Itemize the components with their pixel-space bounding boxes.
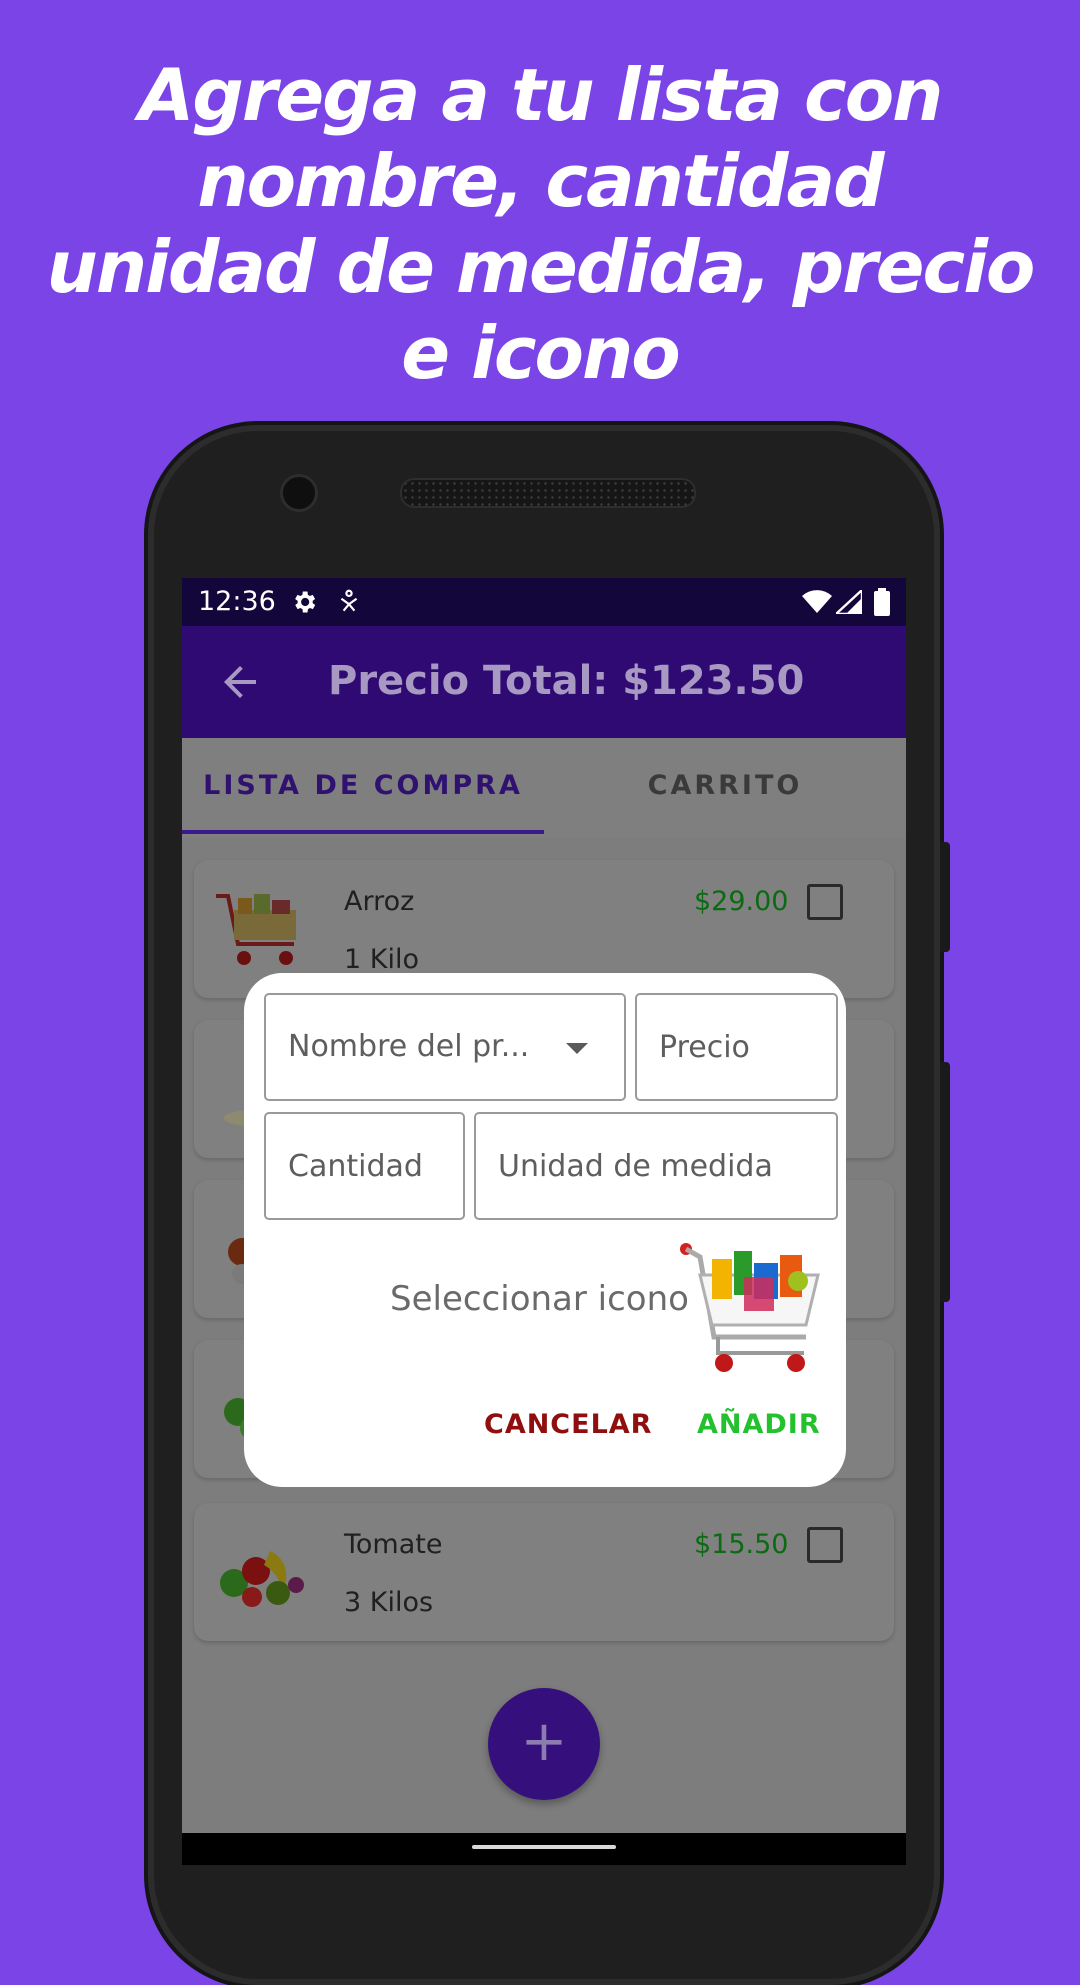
item-checkbox[interactable] (807, 884, 843, 920)
settings-gear-icon (295, 591, 316, 613)
product-name-placeholder: Nombre del pr... (288, 1029, 530, 1064)
item-price: $15.50 (694, 1529, 789, 1560)
active-tab-indicator (182, 830, 544, 834)
cancel-button[interactable]: CANCELAR (484, 1409, 652, 1440)
price-field[interactable] (635, 993, 838, 1101)
add-item-dialog: Nombre del pr... Seleccionar icono CANCE… (244, 973, 846, 1487)
item-name: Tomate (344, 1529, 443, 1560)
dropdown-caret-icon[interactable] (566, 1043, 588, 1054)
headline-line: unidad de medida, precio (46, 225, 1036, 309)
total-price-title: Precio Total: $123.50 (328, 658, 805, 704)
add-item-fab[interactable]: + (488, 1688, 600, 1800)
item-quantity: 3 Kilos (344, 1587, 434, 1618)
back-arrow-icon[interactable] (216, 658, 264, 706)
headline-line: e icono (401, 311, 680, 395)
tab-lista-de-compra[interactable]: LISTA DE COMPRA (182, 738, 544, 834)
home-gesture-pill[interactable] (472, 1845, 616, 1849)
status-time: 12:36 (198, 586, 276, 617)
phone-volume-button (940, 1062, 950, 1302)
unit-field[interactable] (474, 1112, 838, 1220)
battery-icon (874, 588, 890, 616)
select-icon-label[interactable]: Seleccionar icono (390, 1279, 689, 1319)
status-bar: 12:36 (182, 578, 906, 626)
item-price: $29.00 (694, 886, 789, 917)
shopping-cart-icon[interactable] (678, 1241, 824, 1377)
shopping-cart-icon (216, 894, 296, 965)
add-button[interactable]: AÑADIR (697, 1409, 821, 1440)
fruits-vegetables-icon (220, 1551, 304, 1607)
tab-carrito[interactable]: CARRITO (544, 738, 906, 834)
tab-bar: LISTA DE COMPRA CARRITO (182, 738, 906, 838)
wifi-icon (802, 590, 832, 613)
phone-power-button (940, 842, 950, 952)
list-item[interactable]: Tomate 3 Kilos $15.50 (194, 1503, 894, 1641)
quantity-input[interactable] (266, 1114, 463, 1218)
app-bar: Precio Total: $123.50 (182, 626, 906, 738)
headline-line: Agrega a tu lista con (138, 53, 944, 137)
unit-input[interactable] (476, 1114, 836, 1218)
phone-speaker (400, 478, 696, 508)
item-checkbox[interactable] (807, 1527, 843, 1563)
item-quantity: 1 Kilo (344, 944, 419, 975)
phone-camera (280, 474, 318, 512)
signal-icon (836, 590, 862, 614)
promo-headline: Agrega a tu lista con nombre, cantidad u… (40, 52, 1040, 396)
product-name-dropdown[interactable]: Nombre del pr... (264, 993, 626, 1101)
headline-line: nombre, cantidad (197, 139, 884, 223)
item-name: Arroz (344, 886, 415, 917)
system-nav-bar (182, 1833, 906, 1865)
quantity-field[interactable] (264, 1112, 465, 1220)
accessibility-icon (340, 589, 358, 612)
price-input[interactable] (637, 995, 836, 1099)
